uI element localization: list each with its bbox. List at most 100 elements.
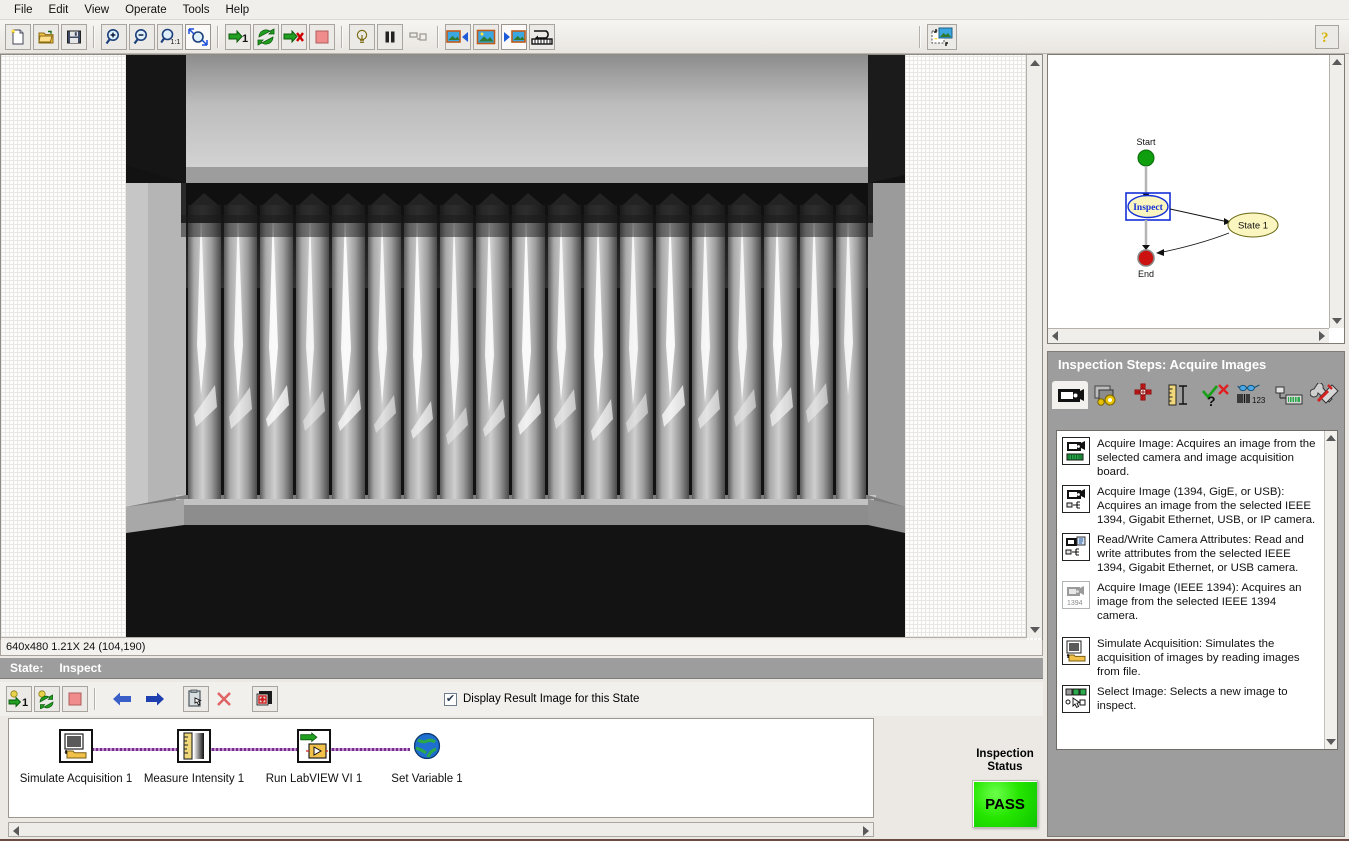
step-toolbar: 1 xyxy=(0,682,1043,716)
tab-enhance-image[interactable] xyxy=(1089,381,1125,409)
help-icon[interactable]: ? xyxy=(1315,25,1339,49)
toolbar-separator xyxy=(341,26,343,48)
state-diagram-pane[interactable]: Start Inspect State 1 xyxy=(1047,54,1345,344)
svg-text:1: 1 xyxy=(242,33,248,45)
chain-scroll-right-icon[interactable] xyxy=(863,826,869,836)
state-diagram-end-label: End xyxy=(1138,269,1154,279)
list-item[interactable]: Read/Write Camera Attributes: Read and w… xyxy=(1060,530,1323,578)
run-once-step-icon[interactable]: 1 xyxy=(6,686,32,712)
previous-image-icon[interactable] xyxy=(445,24,471,50)
set-coordinate-system-icon[interactable] xyxy=(252,686,278,712)
list-item-text: Select Image: Selects a new image to ins… xyxy=(1097,685,1319,713)
tab-measure-features[interactable] xyxy=(1162,381,1198,409)
zoom-out-icon[interactable] xyxy=(129,24,155,50)
zoom-fit-icon[interactable] xyxy=(185,24,211,50)
image-vertical-scrollbar[interactable] xyxy=(1026,55,1042,638)
highlight-bulb-icon[interactable] xyxy=(349,24,375,50)
list-item[interactable]: 1394 Acquire Image (IEEE 1394): Acquires… xyxy=(1060,578,1323,626)
menu-item-edit[interactable]: Edit xyxy=(41,2,77,18)
step-into-icon[interactable] xyxy=(405,24,431,50)
svg-text:1:1: 1:1 xyxy=(171,39,181,46)
inspection-status-title-1: Inspection xyxy=(955,748,1055,761)
inspection-steps-list[interactable]: Acquire Image: Acquires an image from th… xyxy=(1056,430,1338,750)
run-continuous-step-icon[interactable] xyxy=(34,686,60,712)
scroll-down-icon[interactable] xyxy=(1030,627,1040,633)
filmstrip-icon[interactable] xyxy=(529,24,555,50)
list-item[interactable]: Select Image: Selects a new image to ins… xyxy=(1060,682,1323,716)
chain-step-measure-intensity[interactable]: Measure Intensity 1 xyxy=(129,729,259,785)
open-folder-icon[interactable] xyxy=(33,24,59,50)
set-variable-icon xyxy=(410,729,444,763)
toolbar-separator xyxy=(919,26,921,48)
menu-item-file[interactable]: File xyxy=(6,2,41,18)
tab-check-presence[interactable]: ? xyxy=(1198,381,1234,409)
menu-item-tools[interactable]: Tools xyxy=(175,2,218,18)
tab-acquire-images[interactable] xyxy=(1052,381,1088,409)
toolbar-separator xyxy=(217,26,219,48)
stop-step-icon[interactable] xyxy=(62,686,88,712)
step-chain-panel[interactable]: Simulate Acquisition 1 Measur xyxy=(8,718,874,818)
chain-step-simulate-acquisition[interactable]: Simulate Acquisition 1 xyxy=(11,729,141,785)
diagram-scroll-up-icon[interactable] xyxy=(1332,59,1342,65)
copy-step-icon[interactable] xyxy=(183,686,209,712)
chain-step-label: Run LabVIEW VI 1 xyxy=(249,773,379,785)
diagram-scroll-left-icon[interactable] xyxy=(1052,331,1058,341)
read-write-camera-attributes-icon xyxy=(1062,533,1090,561)
chain-scroll-left-icon[interactable] xyxy=(13,826,19,836)
delete-step-icon[interactable] xyxy=(211,686,237,712)
display-result-image-checkbox[interactable]: ✔ Display Result Image for this State xyxy=(444,693,639,706)
state-diagram-state1-label: State 1 xyxy=(1238,221,1268,232)
checkbox-mark[interactable]: ✔ xyxy=(444,693,457,706)
steps-list-scrollbar[interactable] xyxy=(1324,431,1337,749)
inspection-image[interactable] xyxy=(126,55,905,638)
simulate-acquisition-icon xyxy=(59,729,93,763)
right-column: Start Inspect State 1 xyxy=(1047,54,1345,837)
state-diagram-canvas[interactable]: Start Inspect State 1 xyxy=(1048,55,1328,327)
steps-scroll-up-icon[interactable] xyxy=(1326,435,1336,441)
simulate-acquisition-icon xyxy=(1062,637,1090,665)
diagram-horizontal-scrollbar[interactable] xyxy=(1048,328,1329,343)
steps-scroll-down-icon[interactable] xyxy=(1326,739,1336,745)
tab-additional-tools[interactable] xyxy=(1308,381,1344,409)
menu-item-operate[interactable]: Operate xyxy=(117,2,175,18)
scroll-up-icon[interactable] xyxy=(1030,60,1040,66)
tab-locate-features[interactable] xyxy=(1125,381,1161,409)
main-toolbar: 1:1 1 xyxy=(0,20,1349,54)
run-once-icon[interactable]: 1 xyxy=(225,24,251,50)
menu-item-view[interactable]: View xyxy=(76,2,117,18)
diagram-scroll-right-icon[interactable] xyxy=(1319,331,1325,341)
image-browser-icon[interactable] xyxy=(473,24,499,50)
image-display-pane[interactable] xyxy=(0,54,1043,654)
measure-intensity-icon xyxy=(177,729,211,763)
svg-text:?: ? xyxy=(1321,30,1329,46)
state-label: State: xyxy=(10,661,43,675)
run-stop-icon[interactable] xyxy=(281,24,307,50)
list-item[interactable]: Simulate Acquisition: Simulates the acqu… xyxy=(1060,634,1323,682)
pause-icon[interactable] xyxy=(377,24,403,50)
list-item[interactable]: Acquire Image: Acquires an image from th… xyxy=(1060,434,1323,482)
state-value[interactable]: Inspect xyxy=(59,661,101,675)
chain-step-label: Set Variable 1 xyxy=(362,773,492,785)
diagram-vertical-scrollbar[interactable] xyxy=(1329,55,1344,328)
abort-icon[interactable] xyxy=(309,24,335,50)
zoom-in-icon[interactable] xyxy=(101,24,127,50)
chain-step-label: Measure Intensity 1 xyxy=(129,773,259,785)
tab-identify-parts[interactable]: 123 xyxy=(1235,381,1271,409)
step-chain-horizontal-scrollbar[interactable] xyxy=(8,822,874,837)
move-step-left-icon[interactable] xyxy=(109,686,135,712)
menu-item-help[interactable]: Help xyxy=(218,2,258,18)
tab-communicate[interactable] xyxy=(1271,381,1307,409)
run-continuous-icon[interactable] xyxy=(253,24,279,50)
chain-step-set-variable[interactable]: Set Variable 1 xyxy=(362,729,492,785)
next-image-icon[interactable] xyxy=(501,24,527,50)
state-diagram-start-label: Start xyxy=(1136,137,1156,147)
list-item-text: Acquire Image (IEEE 1394): Acquires an i… xyxy=(1097,581,1319,623)
save-disk-icon[interactable] xyxy=(61,24,87,50)
list-item[interactable]: Acquire Image (1394, GigE, or USB): Acqu… xyxy=(1060,482,1323,530)
move-step-right-icon[interactable] xyxy=(142,686,168,712)
diagram-scroll-down-icon[interactable] xyxy=(1332,318,1342,324)
chain-step-run-labview-vi[interactable]: Run LabVIEW VI 1 xyxy=(249,729,379,785)
zoom-1-1-icon[interactable]: 1:1 xyxy=(157,24,183,50)
new-file-icon[interactable] xyxy=(5,24,31,50)
export-image-icon[interactable] xyxy=(927,24,957,50)
